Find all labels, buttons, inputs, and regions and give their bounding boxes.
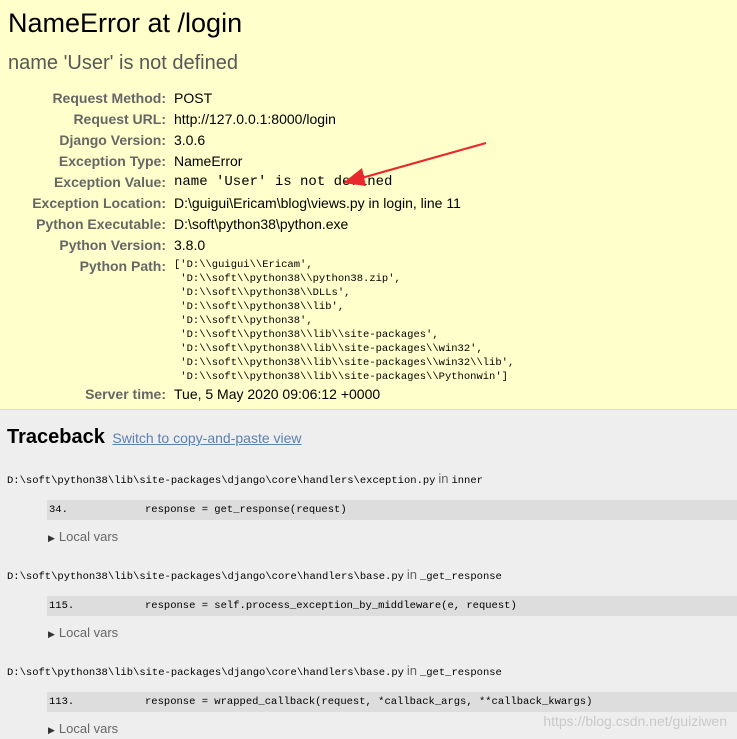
page-title: NameError at /login [8,8,243,38]
frame-source-code: response = wrapped_callback(request, *ca… [145,696,593,708]
frame-in-word: in [406,567,418,582]
meta-row-python-path: Python Path: ['D:\\guigui\\Ericam', 'D:\… [8,256,515,384]
meta-label: Python Path: [79,258,166,274]
local-vars-label: Local vars [58,721,119,736]
frame-function-name: _get_response [419,571,502,583]
frame-file-path: D:\soft\python38\lib\site-packages\djang… [7,475,436,487]
traceback-title: Traceback [7,426,105,448]
local-vars-toggle[interactable]: ▶ Local vars [48,528,737,547]
traceback-section: Traceback Switch to copy-and-paste view … [0,410,737,739]
meta-value: http://127.0.0.1:8000/login [174,111,336,127]
frame-header: D:\soft\python38\lib\site-packages\djang… [7,567,737,585]
meta-value: POST [174,90,213,106]
meta-value: 3.0.6 [174,132,206,148]
meta-row-exception-location: Exception Location: D:\guigui\Ericam\blo… [8,193,514,214]
meta-value: D:\soft\python38\python.exe [174,216,349,232]
frame-header: D:\soft\python38\lib\site-packages\djang… [7,471,737,489]
request-meta-table: Request Method: POST Request URL: http:/… [8,88,514,405]
meta-label: Python Version: [59,237,166,253]
frame-line-number: 113. [49,696,75,708]
meta-label: Exception Location: [32,195,166,211]
frame-line-number: 34. [49,504,68,516]
triangle-right-icon: ▶ [48,725,55,735]
local-vars-label: Local vars [58,625,119,640]
frame-function-name: inner [451,475,483,487]
meta-row-exception-type: Exception Type: NameError [8,151,514,172]
local-vars-toggle[interactable]: ▶ Local vars [48,624,737,643]
meta-row-request-url: Request URL: http://127.0.0.1:8000/login [8,109,514,130]
meta-label: Request Method: [52,90,166,106]
watermark-text: https://blog.csdn.net/guiziwen [543,713,727,729]
meta-row-server-time: Server time: Tue, 5 May 2020 09:06:12 +0… [8,384,514,405]
meta-row-request-method: Request Method: POST [8,88,514,109]
meta-value: NameError [174,153,243,169]
local-vars-label: Local vars [58,529,119,544]
frame-file-path: D:\soft\python38\lib\site-packages\djang… [7,667,404,679]
exception-message: name 'User' is not defined [8,52,238,74]
meta-label: Server time: [85,386,166,402]
frame-source-code: response = get_response(request) [145,504,347,516]
meta-value: 3.8.0 [174,237,206,253]
meta-label: Request URL: [73,111,166,127]
frame-function-name: _get_response [419,667,502,679]
meta-value: D:\guigui\Ericam\blog\views.py in login,… [174,195,461,211]
traceback-frame: D:\soft\python38\lib\site-packages\djang… [7,567,737,643]
meta-row-python-version: Python Version: 3.8.0 [8,235,514,256]
meta-label: Django Version: [59,132,166,148]
meta-label: Exception Value: [53,174,166,190]
python-path-list: ['D:\\guigui\\Ericam', 'D:\\soft\\python… [174,259,515,383]
frame-context-line[interactable]: 115. response = self.process_exception_b… [47,596,737,616]
frame-line-number: 115. [49,600,75,612]
meta-label: Exception Type: [58,153,166,169]
frame-header: D:\soft\python38\lib\site-packages\djang… [7,663,737,681]
frame-in-word: in [406,663,418,678]
switch-to-copy-paste-link[interactable]: Switch to copy-and-paste view [112,430,301,446]
triangle-right-icon: ▶ [48,629,55,639]
traceback-heading: Traceback Switch to copy-and-paste view [7,424,737,451]
frame-file-path: D:\soft\python38\lib\site-packages\djang… [7,571,404,583]
frame-in-word: in [438,471,449,486]
traceback-frame: D:\soft\python38\lib\site-packages\djang… [7,471,737,547]
meta-row-django-version: Django Version: 3.0.6 [8,130,514,151]
triangle-right-icon: ▶ [48,533,55,543]
frame-context-line[interactable]: 113. response = wrapped_callback(request… [47,692,737,712]
meta-row-python-executable: Python Executable: D:\soft\python38\pyth… [8,214,514,235]
meta-label: Python Executable: [36,216,166,232]
meta-row-exception-value: Exception Value: name 'User' is not defi… [8,172,514,193]
meta-value: Tue, 5 May 2020 09:06:12 +0000 [174,386,381,402]
exception-value: name 'User' is not defined [174,174,393,190]
frame-source-code: response = self.process_exception_by_mid… [145,600,517,612]
error-summary: NameError at /login name 'User' is not d… [0,0,737,410]
frame-context-line[interactable]: 34. response = get_response(request) [47,500,737,520]
